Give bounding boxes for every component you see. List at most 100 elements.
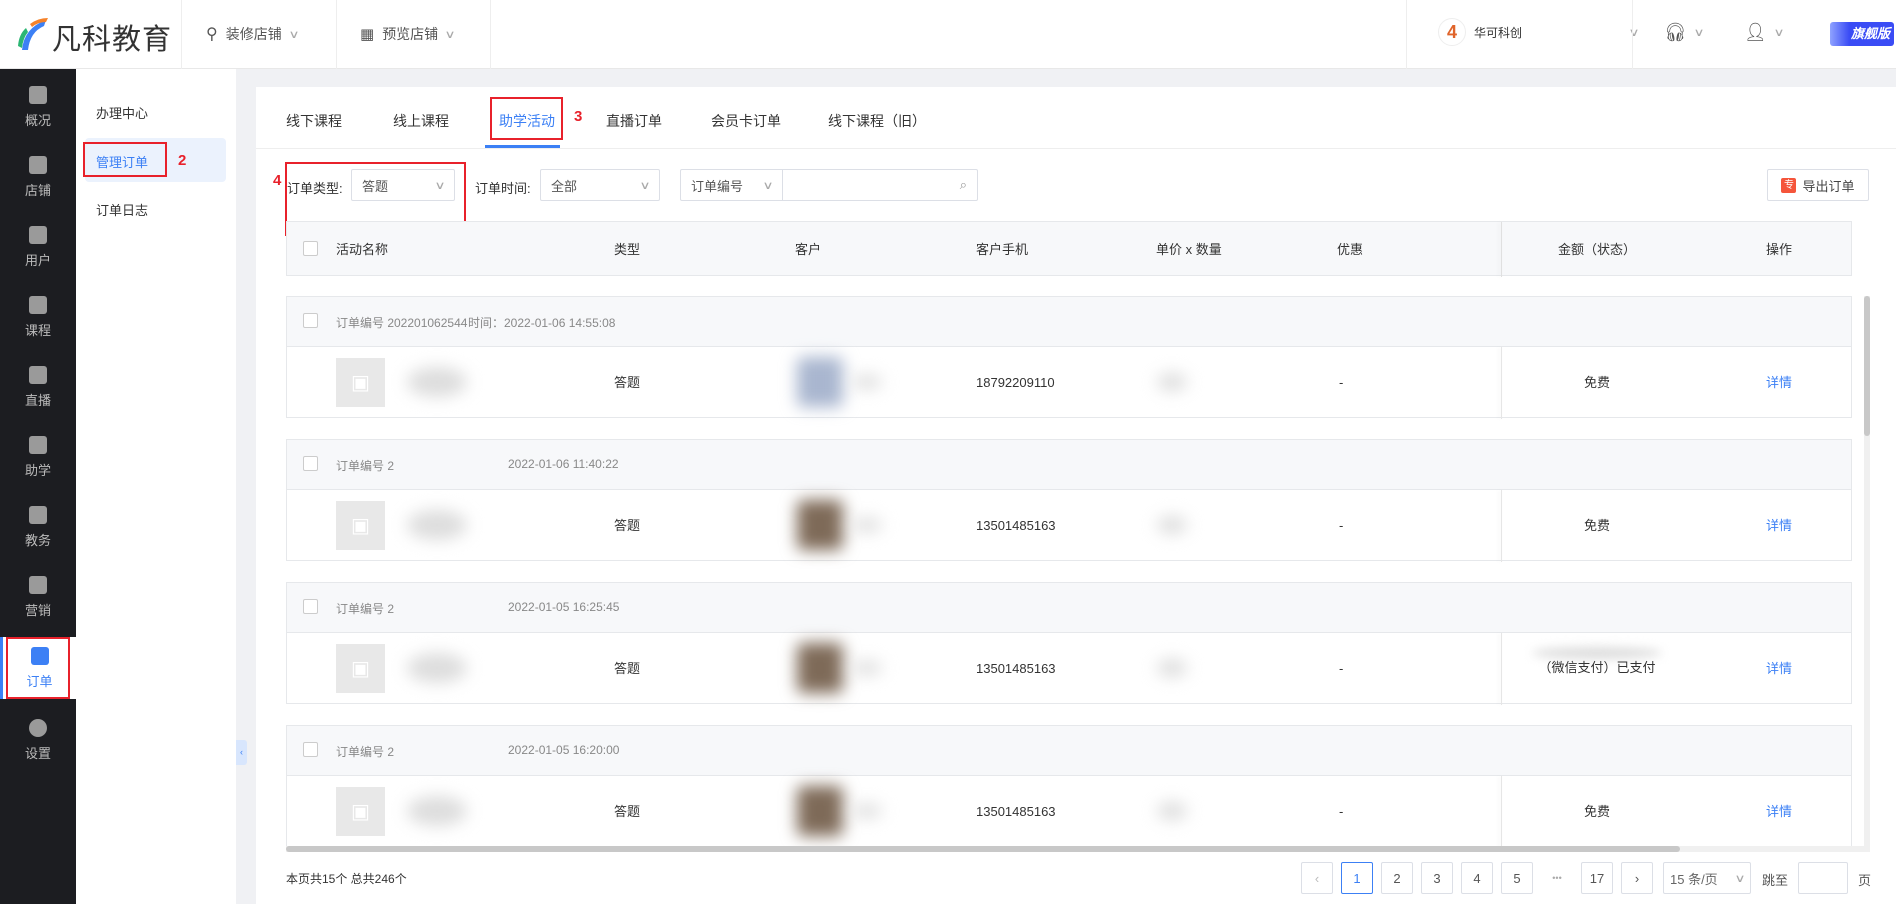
column-header: 类型 — [613, 242, 641, 257]
order-time: 2022-01-06 11:40:22 — [508, 457, 619, 471]
chevron-down-icon: ∨ — [762, 179, 774, 192]
chevron-down-icon: ∨ — [1628, 26, 1640, 39]
horizontal-scrollbar[interactable] — [286, 846, 1870, 852]
edition-badge: 旗舰版 — [1830, 22, 1894, 46]
store-switcher[interactable]: 4 华可科创 ∨ — [1438, 18, 1640, 46]
tab-live-orders[interactable]: 直播订单 — [606, 111, 662, 131]
qr-code-icon: ▦ — [360, 26, 375, 43]
blurred-activity-name — [407, 653, 467, 683]
search-icon[interactable]: ⌕ — [960, 177, 977, 193]
activity-thumbnail-icon: ▣ — [336, 644, 385, 693]
customer-avatar — [797, 357, 843, 407]
discount: - — [1339, 661, 1344, 676]
order-checkbox[interactable] — [303, 456, 318, 471]
vertical-scrollbar[interactable] — [1864, 296, 1870, 846]
page-button[interactable]: 4 — [1461, 862, 1493, 894]
prev-page-button[interactable]: ‹ — [1301, 862, 1333, 894]
page-ellipsis[interactable]: ••• — [1541, 862, 1573, 894]
chevron-down-icon: ∨ — [1693, 27, 1705, 39]
chevron-down-icon: ∨ — [444, 28, 456, 41]
sidebar-item-overview[interactable]: 概况 — [0, 72, 76, 142]
annotation-3: 3 — [574, 108, 583, 125]
sidebar-item-users[interactable]: 用户 — [0, 212, 76, 282]
chevron-down-icon: ∨ — [434, 179, 446, 192]
order-number: 订单编号 2 — [336, 459, 395, 473]
order-type-label: 订单类型: — [287, 181, 343, 196]
blurred-customer-name — [852, 804, 882, 818]
order-search-group: 订单编号 ∨ ⌕ — [680, 169, 978, 201]
order-checkbox[interactable] — [303, 313, 318, 328]
order-number: 订单编号 202201062544 — [336, 316, 468, 330]
search-field-select[interactable]: 订单编号 ∨ — [681, 170, 783, 200]
column-header: 客户手机 — [976, 242, 1029, 257]
page-button[interactable]: 3 — [1421, 862, 1453, 894]
order-group: 订单编号 2 2022-01-05 16:25:45 ▣ 答题 13501485… — [286, 582, 1852, 705]
sidebar-label: 用户 — [24, 252, 51, 268]
page-button[interactable]: 17 — [1581, 862, 1613, 894]
top-header: 凡科教育 ⚲ 装修店铺 ∨ ▦ 预览店铺 ∨ 4 华可科创 ∨ 🎧︎ ∨ 👤︎ … — [0, 0, 1896, 69]
order-time: 2022-01-05 16:20:00 — [508, 743, 620, 757]
tab-offline-courses-old[interactable]: 线下课程（旧） — [828, 111, 926, 131]
tab-membership-orders[interactable]: 会员卡订单 — [711, 111, 781, 131]
detail-link[interactable]: 详情 — [1766, 633, 1792, 705]
order-group: 订单编号 2 2022-01-06 11:40:22 ▣ 答题 13501485… — [286, 439, 1852, 562]
amount-status: （微信支付）已支付 — [1538, 660, 1656, 675]
customer-avatar — [797, 786, 843, 836]
order-time-label: 订单时间: — [475, 181, 531, 196]
discount: - — [1339, 375, 1344, 390]
table-header: 活动名称 类型 客户 客户手机 单价 x 数量 优惠 金额（状态） 操作 — [286, 221, 1852, 277]
order-type-select[interactable]: 答题 ∨ — [351, 169, 455, 201]
order-time-select[interactable]: 全部 ∨ — [540, 169, 660, 201]
order-group-header: 订单编号 2 2022-01-05 16:25:45 — [287, 583, 1851, 633]
page-unit-label: 页 — [1858, 873, 1872, 888]
order-group-header: 订单编号 2 2022-01-05 16:20:00 — [287, 726, 1851, 776]
chevron-down-icon: ∨ — [639, 179, 651, 192]
export-orders-button[interactable]: 专 导出订单 — [1767, 169, 1869, 201]
detail-link[interactable]: 详情 — [1766, 347, 1792, 419]
order-type: 答题 — [613, 661, 641, 676]
jump-page-input[interactable] — [1798, 862, 1848, 894]
column-header: 优惠 — [1337, 242, 1364, 257]
customer-avatar — [797, 500, 843, 550]
order-number: 订单编号 2 — [336, 602, 395, 616]
order-checkbox[interactable] — [303, 742, 318, 757]
nav-label: 装修店铺 — [225, 26, 282, 42]
page-button[interactable]: 2 — [1381, 862, 1413, 894]
order-time: 时间：2022-01-06 14:55:08 — [468, 316, 616, 330]
tab-online-courses[interactable]: 线上课程 — [393, 111, 449, 131]
sidebar-label: 店铺 — [24, 182, 51, 198]
blurred-customer-name — [852, 375, 882, 389]
select-all-checkbox[interactable] — [303, 241, 318, 256]
order-type: 答题 — [613, 375, 641, 390]
order-search-input[interactable] — [782, 171, 960, 199]
preview-store-menu[interactable]: ▦ 预览店铺 ∨ — [360, 24, 456, 44]
tab-study-activities[interactable]: 助学活动 — [499, 111, 555, 131]
detail-link[interactable]: 详情 — [1766, 776, 1792, 848]
blurred-customer-name — [852, 518, 882, 532]
detail-link[interactable]: 详情 — [1766, 490, 1792, 562]
activity-thumbnail-icon: ▣ — [336, 787, 385, 836]
jump-label: 跳至 — [1762, 873, 1789, 888]
amount-status: 免费 — [1583, 518, 1611, 533]
sidebar-label: 概况 — [24, 112, 51, 128]
search-field-value: 订单编号 — [691, 178, 744, 194]
chart-icon — [29, 85, 47, 104]
logo-text: 凡科教育 — [52, 24, 173, 56]
page-size-select[interactable]: 15 条/页 ∨ — [1663, 862, 1751, 894]
customer-phone: 13501485163 — [976, 661, 1056, 676]
sidebar-item-store[interactable]: 店铺 — [0, 142, 76, 212]
tab-offline-courses[interactable]: 线下课程 — [286, 111, 342, 131]
order-time: 2022-01-05 16:25:45 — [508, 600, 620, 614]
support-menu[interactable]: 🎧︎ ∨ — [1664, 22, 1705, 43]
chevron-down-icon: ∨ — [1734, 872, 1746, 885]
order-checkbox[interactable] — [303, 599, 318, 614]
page-button[interactable]: 1 — [1341, 862, 1373, 894]
export-label: 导出订单 — [1802, 178, 1855, 194]
next-page-button[interactable]: › — [1621, 862, 1653, 894]
submenu-item-log[interactable]: 订单日志 — [96, 200, 148, 219]
store-name: 华可科创 — [1474, 25, 1523, 40]
user-menu[interactable]: 👤︎ ∨ — [1744, 22, 1785, 43]
page-button[interactable]: 5 — [1501, 862, 1533, 894]
decorate-store-menu[interactable]: ⚲ 装修店铺 ∨ — [206, 24, 299, 44]
submenu-item-center[interactable]: 办理中心 — [96, 103, 148, 122]
